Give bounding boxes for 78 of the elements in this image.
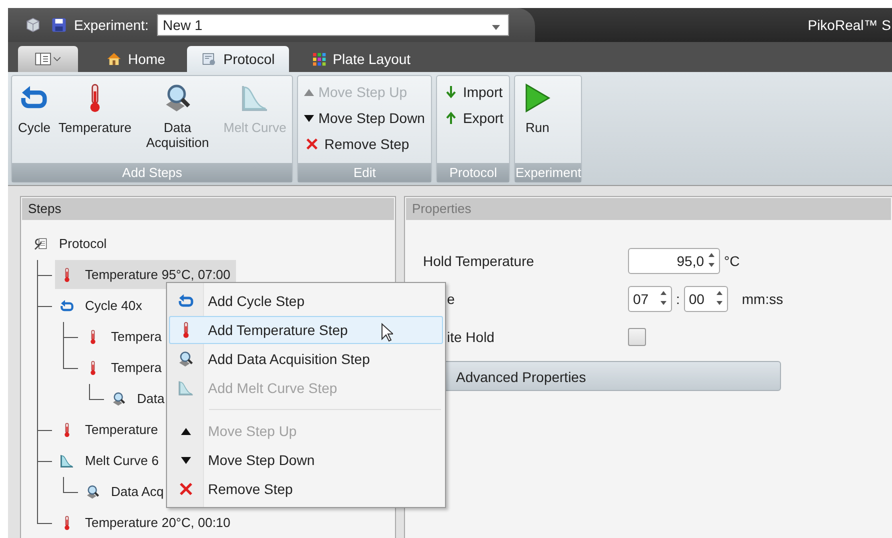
- menu-item[interactable]: Add Cycle Step: [169, 287, 443, 315]
- tree-item[interactable]: Cycle 40x: [55, 291, 148, 320]
- tree-line: [37, 461, 38, 508]
- ribbon-button[interactable]: Import: [438, 79, 508, 105]
- app-title: PikoReal™ S: [808, 17, 891, 33]
- magnifier-icon: [111, 390, 127, 406]
- unit-label: mm:ss: [742, 291, 784, 307]
- group-label: Experiment: [515, 163, 582, 182]
- cross-icon: [304, 136, 320, 152]
- curve-chart-icon: [177, 379, 195, 397]
- up-triangle-icon: [304, 88, 314, 96]
- ribbon-button[interactable]: Remove Step: [300, 131, 429, 157]
- experiment-label: Experiment:: [74, 17, 149, 33]
- tree-connector: [37, 260, 52, 276]
- down-triangle-icon: [304, 114, 314, 122]
- app-cube-icon: [24, 16, 42, 34]
- tree-item[interactable]: Temperature: [55, 415, 164, 444]
- tree-line: [37, 430, 38, 446]
- ribbon-button[interactable]: Data Acquisition: [136, 78, 220, 163]
- tab[interactable]: Home: [92, 46, 180, 72]
- field-label: ite Hold: [446, 329, 496, 345]
- curve-chart-icon: [59, 452, 75, 468]
- tree-connector: [37, 415, 52, 431]
- panel-header: Properties: [406, 198, 891, 220]
- tree-item[interactable]: Temperature 95°C, 07:00: [55, 260, 236, 289]
- tree-connector: [37, 446, 52, 462]
- checkbox[interactable]: [628, 328, 646, 346]
- tree-connector: [37, 508, 52, 524]
- tree-item[interactable]: Data: [107, 384, 170, 413]
- cross-icon: [177, 480, 195, 498]
- seconds-field[interactable]: 00: [684, 286, 728, 312]
- expander-header[interactable]: Advanced Properties: [443, 361, 781, 391]
- time-separator: :: [676, 291, 680, 307]
- group-label: Edit: [298, 163, 431, 182]
- tree-connector: [37, 291, 52, 307]
- tree-item[interactable]: Temperature 20°C, 00:10: [55, 508, 236, 537]
- tree-item[interactable]: Tempera: [81, 322, 168, 351]
- tree-item[interactable]: Melt Curve 6: [55, 446, 165, 475]
- tab[interactable]: Plate Layout: [296, 46, 425, 72]
- menu-item[interactable]: Add Temperature Step: [169, 316, 443, 344]
- experiment-dropdown[interactable]: New 1: [156, 14, 509, 36]
- field-label: Hold Temperature: [423, 253, 536, 269]
- ribbon-button[interactable]: Cycle: [14, 78, 55, 163]
- house-icon: [106, 51, 122, 67]
- magnifier-icon: [85, 484, 101, 500]
- tree-connector: [89, 384, 104, 400]
- cursor-icon: [381, 323, 393, 342]
- panel-header: Steps: [22, 198, 394, 220]
- tree-connector: [63, 477, 78, 493]
- magnifier-icon: [177, 350, 195, 368]
- ribbon-button[interactable]: Temperature: [54, 78, 136, 163]
- menu-item[interactable]: Move Step Down: [169, 446, 443, 474]
- wrench-document-icon: [33, 236, 49, 252]
- tree-line: [63, 337, 64, 353]
- menu-item[interactable]: Add Data Acquisition Step: [169, 345, 443, 373]
- field-label: e: [446, 291, 456, 307]
- menu-item[interactable]: Remove Step: [169, 475, 443, 503]
- cycle-icon: [59, 298, 75, 314]
- tree-line: [37, 275, 38, 291]
- down-triangle-icon: [181, 456, 191, 464]
- tab[interactable]: Protocol: [187, 46, 289, 72]
- minutes-field[interactable]: 07: [628, 286, 672, 312]
- tree-item[interactable]: Protocol: [29, 229, 113, 258]
- tree-item[interactable]: Tempera: [81, 353, 168, 382]
- ribbon-button[interactable]: Run: [517, 78, 558, 163]
- tree-item[interactable]: Data Acq: [81, 477, 170, 506]
- temperature-field[interactable]: 95,0: [628, 248, 720, 274]
- menu-button[interactable]: [18, 46, 78, 72]
- group-label: Protocol: [436, 163, 510, 182]
- up-triangle-icon: [181, 428, 191, 434]
- tree-connector: [63, 353, 78, 369]
- unit-label: °C: [724, 253, 740, 269]
- ribbon-button[interactable]: Move Step Down: [300, 105, 429, 131]
- ribbon-button[interactable]: Export: [438, 105, 508, 131]
- panel-menu-icon: [34, 51, 62, 67]
- tree-connector: [63, 322, 78, 338]
- color-grid-icon: [310, 51, 327, 67]
- group-label: Add Steps: [12, 163, 292, 182]
